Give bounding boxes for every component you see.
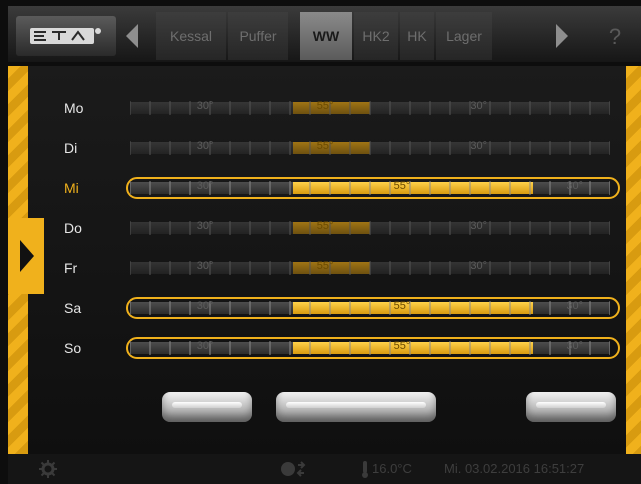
schedule-bar[interactable]: 30° 55° 30° [130, 340, 610, 355]
tab-puffer[interactable]: Puffer [228, 12, 288, 60]
day-label[interactable]: Mi [64, 180, 79, 196]
temperature-label: 30° [470, 140, 488, 152]
temperature-label: 30° [196, 180, 214, 192]
tab-kessal[interactable]: Kessal [156, 12, 226, 60]
temperature-label: 30° [470, 220, 488, 232]
tab-hk[interactable]: HK [400, 12, 434, 60]
temperature-label: 55° [316, 100, 334, 112]
tab-ww[interactable]: WW [300, 12, 352, 60]
day-label[interactable]: Mo [64, 100, 83, 116]
action-button-center[interactable] [276, 392, 436, 422]
arrow-left-icon [126, 24, 138, 48]
datetime-readout: Mi. 03.02.2016 16:51:27 [444, 461, 585, 476]
temperature-label: 30° [196, 340, 214, 352]
schedule-bar[interactable]: 30° 55° 30° [130, 180, 610, 195]
tab-lager[interactable]: Lager [436, 12, 492, 60]
day-label[interactable]: Do [64, 220, 82, 236]
nav-right-button[interactable] [544, 12, 578, 60]
temperature-label: 30° [196, 260, 214, 272]
temperature-label: 30° [566, 180, 584, 192]
temperature-label: 30° [566, 300, 584, 312]
schedule-bar[interactable]: 30° 55° 30° [130, 300, 610, 315]
temperature-label: 55° [316, 140, 334, 152]
schedule-bar[interactable]: 30° 55° 30° [130, 140, 610, 155]
schedule-bar[interactable]: 30° 55° 30° [130, 100, 610, 115]
temperature-label: 55° [393, 180, 411, 192]
day-label[interactable]: Fr [64, 260, 77, 276]
nav-left-button[interactable] [116, 12, 150, 60]
temperature-label: 30° [196, 100, 214, 112]
network-icon [281, 461, 306, 477]
temperature-label: 30° [470, 260, 488, 272]
status-bar: 16.0°C Mi. 03.02.2016 16:51:27 [8, 454, 641, 484]
temperature-label: 30° [470, 100, 488, 112]
day-label[interactable]: Di [64, 140, 77, 156]
day-label[interactable]: So [64, 340, 81, 356]
arrow-right-icon [556, 24, 568, 48]
action-button-right[interactable] [526, 392, 616, 422]
temperature-label: 30° [566, 340, 584, 352]
thermometer-icon [362, 461, 368, 478]
help-button[interactable]: ? [600, 22, 630, 52]
temperature-label: 30° [196, 140, 214, 152]
top-nav: Kessal Puffer WW HK2 HK Lager ? [8, 6, 641, 62]
temperature-readout: 16.0°C [372, 461, 412, 476]
temperature-label: 55° [393, 340, 411, 352]
day-label[interactable]: Sa [64, 300, 81, 316]
action-button-left[interactable] [162, 392, 252, 422]
gear-icon[interactable] [38, 459, 58, 479]
temperature-label: 30° [196, 220, 214, 232]
tab-hk2[interactable]: HK2 [354, 12, 398, 60]
temperature-label: 55° [316, 220, 334, 232]
schedule-bar[interactable]: 30° 55° 30° [130, 220, 610, 235]
eta-logo [16, 16, 116, 56]
temperature-label: 30° [196, 300, 214, 312]
side-expand-button[interactable] [8, 218, 44, 294]
chevron-right-icon [20, 240, 34, 272]
temperature-label: 55° [393, 300, 411, 312]
right-stripe [626, 66, 641, 454]
temperature-label: 55° [316, 260, 334, 272]
schedule-bar[interactable]: 30° 55° 30° [130, 260, 610, 275]
